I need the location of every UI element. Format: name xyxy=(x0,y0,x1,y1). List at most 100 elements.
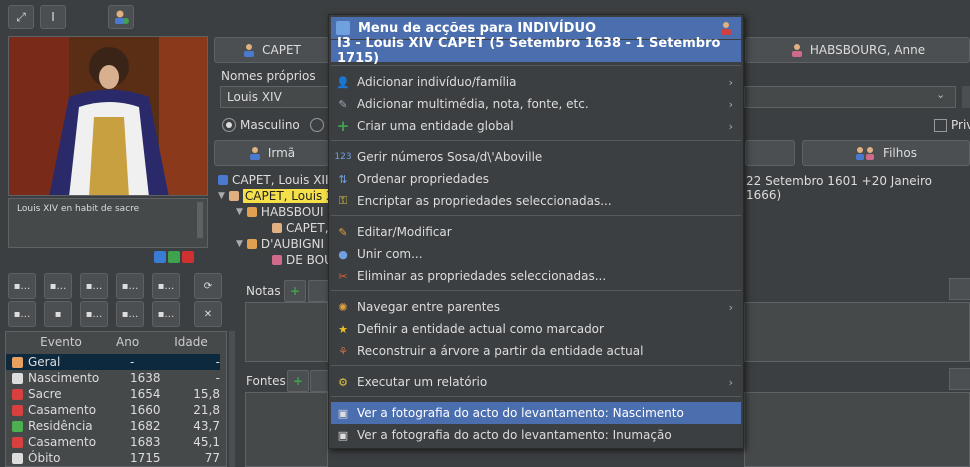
menu-add-individual-family[interactable]: 👤 Adicionar indivíduo/família › xyxy=(331,71,741,93)
menu-view-burial-photo[interactable]: ▣ Ver a fotografia do acto do levantament… xyxy=(331,424,741,446)
menu-encrypt-properties[interactable]: ⚿ Encriptar as propriedades seleccionadas… xyxy=(331,190,741,212)
link-tool-button[interactable]: ⤢ xyxy=(8,5,34,29)
link-source-button[interactable] xyxy=(310,370,330,392)
menu-edit-modify[interactable]: ✎ Editar/Modificar xyxy=(331,221,741,243)
event-row[interactable]: Residência 1682 43,7 xyxy=(6,418,220,434)
add-person-button[interactable] xyxy=(108,5,134,29)
event-age: - xyxy=(215,371,220,385)
menu-item-label: Encriptar as propriedades seleccionadas.… xyxy=(357,194,612,208)
female-person-icon xyxy=(791,44,802,57)
menu-separator xyxy=(331,290,741,291)
event-name: Sacre xyxy=(28,387,62,401)
tree-row[interactable]: CAPET, Louis XIII xyxy=(218,172,332,188)
event-row[interactable]: Sacre 1654 15,8 xyxy=(6,386,220,402)
siblings-button[interactable]: Irmã xyxy=(214,140,329,166)
add-residence-button[interactable]: ▪ xyxy=(44,301,72,327)
event-type-icon xyxy=(12,404,23,416)
tree-row[interactable]: ▼ D'AUBIGNI xyxy=(236,236,324,252)
given-names-input[interactable]: Louis XIV xyxy=(220,86,332,108)
menu-separator xyxy=(331,215,741,216)
media-edit-icon[interactable] xyxy=(168,251,180,263)
add-note-button[interactable]: + xyxy=(284,280,306,302)
menu-navigate-relatives[interactable]: ✺ Navegar entre parentes › xyxy=(331,296,741,318)
add-source-button[interactable]: + xyxy=(287,370,309,392)
text-tool-button[interactable]: I xyxy=(40,5,66,29)
menu-separator xyxy=(331,396,741,397)
tree-label: DE BOU xyxy=(286,253,333,267)
add-custom-event-button[interactable]: ▪… xyxy=(80,301,108,327)
event-row[interactable]: Óbito 1715 77 xyxy=(6,450,220,466)
private-checkbox[interactable]: Priv xyxy=(934,118,970,132)
notes-nav-button[interactable] xyxy=(949,278,970,300)
notes-panel[interactable] xyxy=(245,302,328,362)
checkbox-icon xyxy=(934,118,947,132)
male-person-icon xyxy=(249,147,260,160)
add-occupation-button[interactable]: ▪… xyxy=(152,273,180,299)
event-row[interactable]: Casamento 1660 21,8 xyxy=(6,402,220,418)
refresh-button[interactable]: ⟳ xyxy=(194,273,222,299)
tree-row[interactable]: ▼ HABSBOUI xyxy=(236,204,324,220)
add-attribute-button[interactable]: ▪… xyxy=(152,301,180,327)
tree-row-selected[interactable]: ▼ CAPET, Louis X xyxy=(218,188,337,204)
link-note-button[interactable] xyxy=(308,280,330,302)
expand-icon: ▼ xyxy=(236,239,243,249)
menu-rebuild-tree[interactable]: ⚘ Reconstruir a árvore a partir da entida… xyxy=(331,340,741,362)
event-row[interactable]: Casamento 1683 45,1 xyxy=(6,434,220,450)
text-cursor-icon: I xyxy=(51,10,55,24)
menu-view-birth-photo[interactable]: ▣ Ver a fotografia do acto do levantament… xyxy=(331,402,741,424)
family-tree: CAPET, Louis XIII ▼ CAPET, Louis X ▼ HABSB… xyxy=(218,172,337,268)
tree-row[interactable]: CAPET, xyxy=(272,220,329,236)
mother-button[interactable]: HABSBOURG, Anne xyxy=(745,37,970,63)
spouse-button[interactable] xyxy=(745,140,795,166)
col-event[interactable]: Evento xyxy=(6,335,116,349)
add-birth-button[interactable]: ▪… xyxy=(8,273,36,299)
add-marriage-button[interactable]: ▪… xyxy=(80,273,108,299)
sources-panel[interactable] xyxy=(245,392,328,467)
event-name: Nascimento xyxy=(28,371,100,385)
surname-input[interactable] xyxy=(744,86,956,108)
menu-sort-properties[interactable]: ⇅ Ordenar propriedades xyxy=(331,168,741,190)
col-year[interactable]: Ano xyxy=(116,335,166,349)
male-radio[interactable]: Masculino xyxy=(222,118,300,132)
attach-icon: ✎ xyxy=(338,97,348,111)
event-year: 1682 xyxy=(130,419,161,433)
chevron-down-icon[interactable]: ⌄ xyxy=(936,88,945,101)
col-age[interactable]: Idade xyxy=(166,335,216,349)
event-age: 45,1 xyxy=(193,435,220,449)
menu-create-global-entity[interactable]: + Criar uma entidade global › xyxy=(331,115,741,137)
menu-add-multimedia[interactable]: ✎ Adicionar multimédia, nota, fonte, etc.… xyxy=(331,93,741,115)
add-name-button[interactable] xyxy=(962,86,970,108)
delete-event-button[interactable]: ✕ xyxy=(194,301,222,327)
expand-icon: ▼ xyxy=(218,191,225,201)
submenu-arrow-icon: › xyxy=(728,75,733,89)
events-scrollbar[interactable] xyxy=(229,331,235,467)
add-death-button[interactable]: ▪… xyxy=(116,273,144,299)
menu-delete-properties[interactable]: ✂ Eliminar as propriedades seleccionadas.… xyxy=(331,265,741,287)
sources-panel-right[interactable] xyxy=(744,392,970,467)
add-baptism-button[interactable]: ▪… xyxy=(44,273,72,299)
female-radio[interactable] xyxy=(310,118,324,132)
sources-nav-button[interactable] xyxy=(949,368,970,390)
children-label: Filhos xyxy=(883,146,917,160)
menu-run-report[interactable]: ⚙ Executar um relatório › xyxy=(331,371,741,393)
father-button[interactable]: CAPET xyxy=(214,37,329,63)
children-button[interactable]: Filhos xyxy=(802,140,970,166)
event-row[interactable]: Nascimento 1638 - xyxy=(6,370,220,386)
caption-scrollbar[interactable] xyxy=(197,202,203,238)
add-event-button[interactable]: ▪… xyxy=(8,301,36,327)
add-fact-button[interactable]: ▪… xyxy=(116,301,144,327)
notes-panel-right[interactable] xyxy=(744,302,970,362)
menu-set-bookmark[interactable]: ★ Definir a entidade actual como marcador xyxy=(331,318,741,340)
menu-manage-sosa[interactable]: 123 Gerir números Sosa/d\'Aboville xyxy=(331,146,741,168)
media-delete-icon[interactable] xyxy=(182,251,194,263)
event-year: 1638 xyxy=(130,371,161,385)
tree-row[interactable]: DE BOU xyxy=(272,252,333,268)
event-row[interactable]: Geral - - xyxy=(6,354,220,370)
menu-merge-with[interactable]: ● Unir com... xyxy=(331,243,741,265)
event-age: 77 xyxy=(204,451,220,465)
tree-label: CAPET, xyxy=(286,221,329,235)
link-icon: ⤢ xyxy=(16,9,26,24)
camera-icon: ▣ xyxy=(337,428,349,442)
media-star-icon[interactable] xyxy=(154,251,166,263)
event-year: 1660 xyxy=(130,403,161,417)
